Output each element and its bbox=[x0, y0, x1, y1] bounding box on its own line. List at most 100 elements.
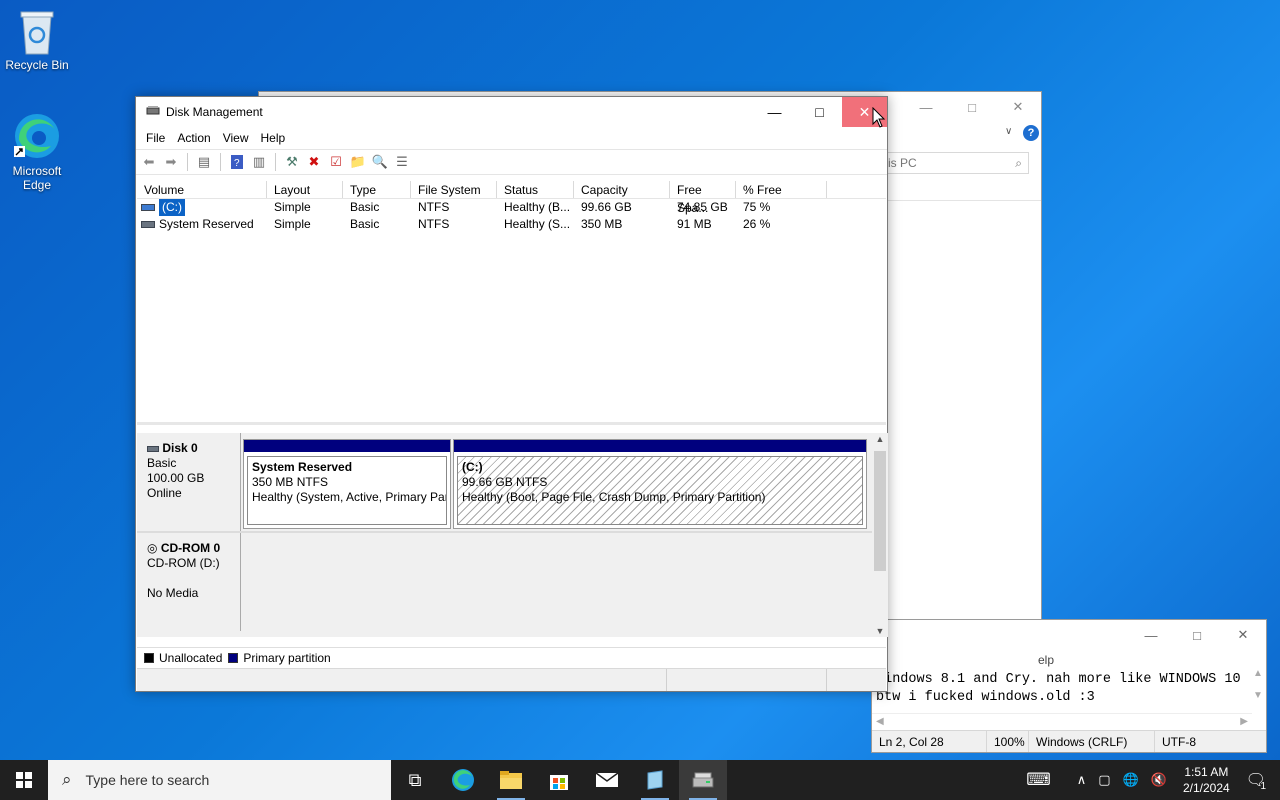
menu-view[interactable]: View bbox=[217, 131, 255, 145]
column-capacity[interactable]: Capacity bbox=[574, 181, 670, 198]
help-icon[interactable]: ? bbox=[1023, 125, 1039, 141]
notification-center-icon[interactable]: 🗨 1 bbox=[1240, 770, 1280, 792]
taskbar-store[interactable] bbox=[535, 760, 583, 800]
touch-keyboard-icon[interactable]: ⌨ bbox=[1020, 770, 1057, 790]
taskbar-mail[interactable] bbox=[583, 760, 631, 800]
column-file-system[interactable]: File System bbox=[411, 181, 497, 198]
chevron-down-icon[interactable]: ∨ bbox=[1005, 126, 1012, 137]
meet-now-icon[interactable]: ▢ bbox=[1092, 772, 1116, 788]
status-bar bbox=[137, 668, 886, 691]
scroll-thumb[interactable] bbox=[874, 451, 886, 571]
volume-list[interactable]: Volume Layout Type File System Status Ca… bbox=[137, 181, 886, 425]
network-globe-icon[interactable]: 🌐 bbox=[1117, 772, 1145, 788]
column-status[interactable]: Status bbox=[497, 181, 574, 198]
cell-type: Basic bbox=[350, 200, 380, 214]
table-row[interactable]: (C:) Simple Basic NTFS Healthy (B... 99.… bbox=[137, 199, 886, 216]
disk-name: CD-ROM 0 bbox=[160, 541, 221, 555]
disk-0-label[interactable]: Disk 0 Basic 100.00 GB Online bbox=[137, 433, 241, 531]
desktop-icon-edge[interactable]: Microsoft Edge bbox=[0, 110, 74, 192]
table-row[interactable]: System Reserved Simple Basic NTFS Health… bbox=[137, 216, 886, 233]
horizontal-scrollbar[interactable]: ◀ ▶ bbox=[872, 713, 1252, 730]
close-icon[interactable]: ✕ bbox=[1220, 620, 1266, 650]
menu-action[interactable]: Action bbox=[171, 131, 216, 145]
taskbar-edge[interactable] bbox=[439, 760, 487, 800]
folder-search-icon[interactable]: 🔍 bbox=[371, 153, 389, 171]
desktop-icon-label: Microsoft Edge bbox=[12, 164, 62, 192]
title-bar[interactable]: Disk Management — □ ✕ bbox=[136, 97, 887, 127]
desktop-icon-recycle-bin[interactable]: Recycle Bin bbox=[0, 8, 74, 72]
status-zoom: 100% bbox=[986, 731, 1028, 752]
task-view-button[interactable]: ⧉ bbox=[391, 760, 439, 800]
partition-bar bbox=[244, 440, 450, 452]
partition-size: 350 MB NTFS bbox=[252, 475, 329, 489]
partition-status: Healthy (Boot, Page File, Crash Dump, Pr… bbox=[462, 490, 766, 504]
disk-management-icon bbox=[146, 104, 160, 121]
status-encoding: UTF-8 bbox=[1154, 731, 1203, 752]
delete-icon[interactable]: ✖ bbox=[305, 153, 323, 171]
cell-layout: Simple bbox=[274, 200, 311, 214]
help-book-icon[interactable]: ? bbox=[228, 153, 246, 171]
column-type[interactable]: Type bbox=[343, 181, 411, 198]
forward-arrow-icon[interactable]: ➡ bbox=[162, 153, 180, 171]
start-button[interactable] bbox=[0, 760, 48, 800]
partition-size: 99.66 GB NTFS bbox=[462, 475, 548, 489]
volume-name: (C:) bbox=[159, 199, 185, 216]
minimize-icon[interactable]: — bbox=[1128, 620, 1174, 650]
taskbar-file-explorer[interactable] bbox=[487, 760, 535, 800]
task-view-icon: ⧉ bbox=[408, 769, 422, 790]
column-free-space[interactable]: Free Spa... bbox=[670, 181, 736, 215]
partition-status: Healthy (System, Active, Primary Partiti… bbox=[252, 490, 446, 504]
back-arrow-icon[interactable]: ⬅ bbox=[140, 153, 158, 171]
taskbar-search-box[interactable]: ⌕ Type here to search bbox=[48, 760, 391, 800]
clock[interactable]: 1:51 AM 2/1/2024 bbox=[1173, 764, 1240, 796]
scroll-down-icon[interactable]: ▼ bbox=[872, 626, 888, 636]
disk-graphical-view[interactable]: Disk 0 Basic 100.00 GB Online System Res… bbox=[137, 433, 888, 637]
column-volume[interactable]: Volume bbox=[137, 181, 267, 198]
store-icon bbox=[550, 775, 568, 790]
column-percent-free[interactable]: % Free bbox=[736, 181, 827, 198]
cell-free-space: 91 MB bbox=[677, 217, 712, 231]
disk-management-window[interactable]: Disk Management — □ ✕ File Action View H… bbox=[135, 96, 888, 692]
menu-help[interactable]: Help bbox=[255, 131, 292, 145]
legend: Unallocated Primary partition bbox=[137, 647, 886, 667]
taskbar-notepad[interactable] bbox=[631, 760, 679, 800]
action-pane-icon[interactable]: ▥ bbox=[250, 153, 268, 171]
partition-c[interactable]: (C:) 99.66 GB NTFS Healthy (Boot, Page F… bbox=[453, 439, 867, 529]
partition-details: (C:) 99.66 GB NTFS Healthy (Boot, Page F… bbox=[457, 456, 863, 525]
search-input[interactable]: is PC ⌕ bbox=[881, 152, 1029, 174]
minimize-button[interactable]: — bbox=[752, 97, 797, 127]
notepad-window[interactable]: — □ ✕ elp windows 8.1 and Cry. nah more … bbox=[871, 619, 1267, 753]
windows-logo-icon bbox=[16, 772, 32, 788]
close-icon[interactable]: ✕ bbox=[995, 92, 1041, 122]
maximize-icon[interactable]: □ bbox=[949, 92, 995, 122]
disk-size: 100.00 GB bbox=[147, 471, 205, 485]
volume-muted-icon[interactable]: 🔇 bbox=[1145, 772, 1173, 788]
menu-file[interactable]: File bbox=[140, 131, 171, 145]
partition-system-reserved[interactable]: System Reserved 350 MB NTFS Healthy (Sys… bbox=[243, 439, 451, 529]
vertical-scrollbar[interactable]: ▲ ▼ bbox=[1250, 668, 1266, 730]
minimize-icon[interactable]: — bbox=[903, 92, 949, 122]
cell-free-space: 74.85 GB bbox=[677, 200, 728, 214]
clock-date: 2/1/2024 bbox=[1182, 781, 1230, 795]
show-hide-console-icon[interactable]: ▤ bbox=[195, 153, 213, 171]
folder-up-icon[interactable]: 📁 bbox=[349, 153, 367, 171]
cell-file-system: NTFS bbox=[418, 200, 450, 214]
toolbar: ⬅ ➡ ▤ ? ▥ ⚒ ✖ ☑ 📁 🔍 ☰ bbox=[136, 149, 887, 175]
column-layout[interactable]: Layout bbox=[267, 181, 343, 198]
list-view-icon[interactable]: ☰ bbox=[393, 153, 411, 171]
vertical-scrollbar[interactable]: ▲ ▼ bbox=[872, 433, 888, 637]
cdrom-0-label[interactable]: ◎ CD-ROM 0 CD-ROM (D:) No Media bbox=[137, 533, 241, 631]
legend-swatch-unallocated bbox=[144, 652, 154, 663]
legend-swatch-primary bbox=[228, 652, 239, 663]
taskbar-disk-management[interactable] bbox=[679, 760, 727, 800]
connect-disk-icon[interactable]: ⚒ bbox=[283, 153, 301, 171]
partition-bar bbox=[454, 440, 866, 452]
edge-icon bbox=[14, 114, 59, 158]
maximize-button[interactable]: □ bbox=[797, 97, 842, 127]
show-hidden-icons-icon[interactable]: ∧ bbox=[1071, 772, 1093, 788]
menu-item-help[interactable]: elp bbox=[1038, 653, 1054, 667]
notepad-text-area[interactable]: windows 8.1 and Cry. nah more like WINDO… bbox=[876, 671, 1241, 707]
scroll-up-icon[interactable]: ▲ bbox=[872, 434, 888, 444]
check-properties-icon[interactable]: ☑ bbox=[327, 153, 345, 171]
maximize-icon[interactable]: □ bbox=[1174, 620, 1220, 650]
